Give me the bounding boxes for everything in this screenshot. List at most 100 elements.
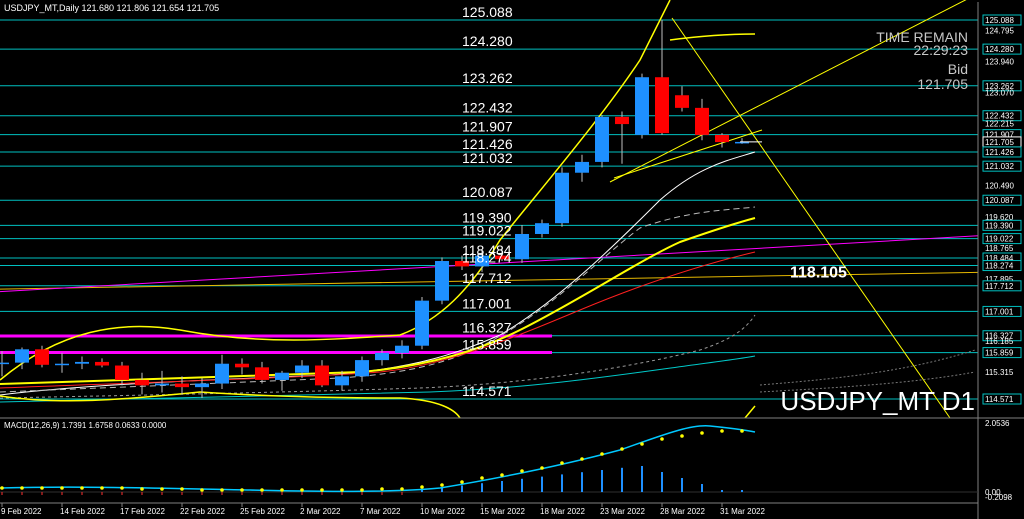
date-label: 15 Mar 2022 [480,507,525,516]
trend-lines [0,0,979,419]
candle-body [15,349,29,363]
candle [315,360,329,388]
date-label: 10 Mar 2022 [420,507,465,516]
candle [95,358,109,368]
macd-signal-dot [340,488,344,492]
symbol-watermark: USDJPY_MT D1 [780,386,975,416]
level-label: 120.087 [462,184,513,200]
date-label: 2 Mar 2022 [300,507,341,516]
level-label: 121.032 [462,150,513,166]
candle [395,340,409,359]
candle-body [335,376,349,386]
bid-value: 121.705 [917,76,968,92]
level-label: 124.280 [462,33,513,49]
candle-body [515,233,529,260]
candle-body [395,345,409,353]
time-remain-value: 22:29:23 [914,42,969,58]
price-tag: 124.280 [985,45,1014,54]
macd-signal-dot [200,488,204,492]
candle-body [95,361,109,366]
candle-body [355,360,369,377]
date-label: 14 Feb 2022 [60,507,105,516]
macd-signal-dot [460,480,464,484]
macd-signal-dot [540,466,544,470]
price-tag: 119.390 [985,221,1014,230]
macd-signal-dot [660,437,664,441]
date-label: 17 Feb 2022 [120,507,165,516]
macd-signal-dot [380,487,384,491]
price-tag: 121.032 [985,162,1014,171]
candle-body [615,116,629,125]
bollinger-lower-tail [744,405,756,419]
candle-body [255,367,269,380]
price-chart[interactable]: 125.088 124.280 123.262 122.432 121.907 121.4… [0,0,1024,519]
candle [655,19,669,135]
candle-body [635,77,649,135]
price-tag: 114.571 [985,395,1014,404]
candle [735,138,749,144]
macd-signal-dot [300,488,304,492]
macd-signal-dot [60,486,64,490]
macd-signal-dot [560,461,564,465]
candle [135,372,149,395]
price-tag: 120.087 [985,196,1014,205]
candle-body [235,363,249,368]
macd-label: MACD(12,26,9) 1.7391 1.6758 0.0633 0.000… [4,421,167,430]
trendline-channel-lower [613,129,763,179]
candle-body [415,300,429,346]
macd-signal-dot [140,487,144,491]
candle-body [275,372,289,380]
candle-body [35,349,49,365]
price-tag: 122.215 [985,120,1014,129]
candle [75,356,89,370]
candle-body [155,383,169,386]
macd-signal-dot [360,488,364,492]
level-labels: 125.088124.280123.262122.432121.907121.4… [462,4,847,399]
macd-signal-dot [0,486,4,490]
macd-signal-dot [100,486,104,490]
date-label: 28 Mar 2022 [660,507,705,516]
candle-body [0,362,9,365]
candle [635,73,649,139]
level-label: 122.432 [462,100,513,116]
candle-body [115,365,129,380]
price-tag: 120.490 [985,182,1014,191]
candle-body [575,161,589,173]
candle [695,98,709,141]
price-tag: 115.315 [985,368,1014,377]
macd-signal-dot [400,487,404,491]
candle-body [695,107,709,135]
price-tag: 121.426 [985,148,1014,157]
macd-signal-dot [40,486,44,490]
candle-body [675,95,689,108]
candle [255,361,269,384]
price-tag: 125.088 [985,16,1014,25]
candle [115,361,129,386]
bollinger-lower [0,391,461,419]
price-tag: 123.070 [985,89,1014,98]
level-label: 125.088 [462,4,513,20]
macd-signal-dot [180,487,184,491]
candle [715,133,729,148]
candle-body [135,379,149,386]
price-tag: 123.940 [985,57,1014,66]
price-tag: 115.859 [985,349,1014,358]
macd-signal-dot [20,486,24,490]
macd-signal-dot [740,429,744,433]
date-label: 18 Mar 2022 [540,507,585,516]
ma-dashed [0,206,756,393]
level-label: 123.262 [462,70,513,86]
level-label: 119.022 [462,223,512,239]
candles [0,19,762,398]
macd-signal-dot [80,486,84,490]
price-tag: 116.185 [985,337,1014,346]
macd-signal-dot [640,442,644,446]
candle [275,370,289,391]
macd-signal-dot [220,488,224,492]
candle [215,354,229,389]
price-tag: 118.274 [985,262,1014,271]
price-tag: 124.795 [985,27,1014,36]
candle-body [295,365,309,373]
candle [575,154,589,182]
date-label: 31 Mar 2022 [720,507,765,516]
